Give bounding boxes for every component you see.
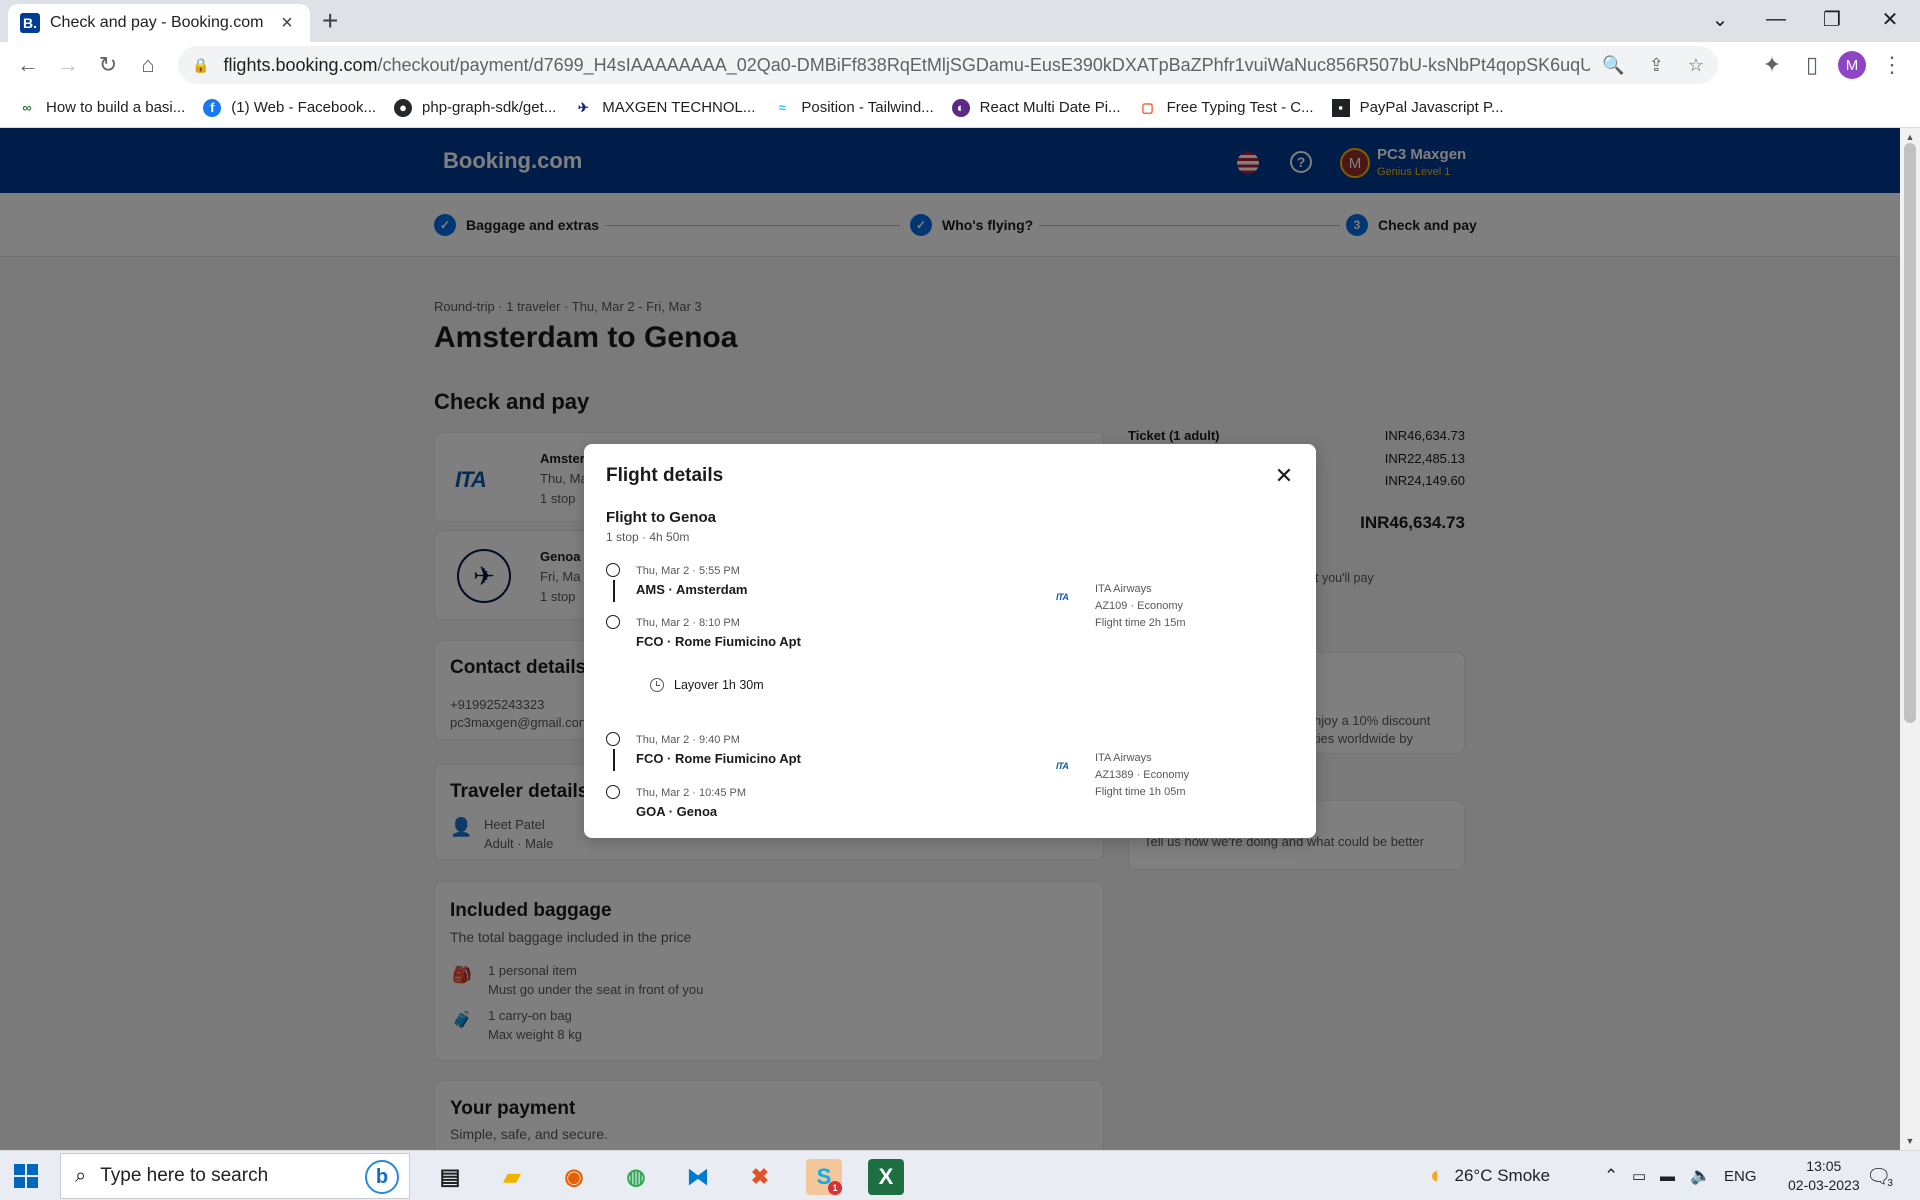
bookmark-item[interactable]: ≈ Position - Tailwind...	[773, 99, 934, 117]
bookmark-item[interactable]: ▢ Free Typing Test - C...	[1139, 99, 1313, 117]
scroll-down-icon[interactable]: ▼	[1904, 1136, 1916, 1146]
taskbar-search[interactable]: ⌕ Type here to search b	[60, 1153, 410, 1199]
volume-icon[interactable]: 🔈	[1690, 1151, 1711, 1200]
flight-details-modal: Flight details ✕ Flight to Genoa 1 stop …	[584, 444, 1316, 838]
network-icon[interactable]: ▭	[1632, 1151, 1646, 1200]
departure-dot-icon	[606, 563, 620, 577]
side-panel-icon[interactable]: ▯	[1796, 50, 1828, 80]
arrival-time: Thu, Mar 2 · 8:10 PM	[636, 617, 740, 629]
tab-close-icon[interactable]: ×	[276, 12, 298, 35]
tab-title: Check and pay - Booking.com	[50, 14, 264, 31]
bookmark-item[interactable]: ● php-graph-sdk/get...	[394, 98, 556, 117]
github-icon: ●	[394, 98, 413, 117]
layover-info: Layover 1h 30m	[650, 678, 764, 692]
profile-avatar[interactable]: M	[1838, 51, 1866, 79]
ita-airways-logo: ITA	[1056, 761, 1069, 771]
skype-icon[interactable]: S1	[806, 1159, 842, 1195]
ita-airways-logo: ITA	[1056, 592, 1069, 602]
segment-airline-info: ITA Airways AZ1389 · Economy Flight time…	[1095, 752, 1190, 798]
bing-icon[interactable]: b	[365, 1160, 399, 1194]
tab-search-icon[interactable]: ⌄	[1692, 0, 1748, 38]
tailwind-icon: ≈	[778, 100, 786, 115]
weather-icon: ◐	[1430, 1162, 1445, 1189]
task-view-icon[interactable]: ▤	[432, 1159, 468, 1195]
zoom-icon[interactable]: 🔍	[1602, 55, 1624, 76]
flight-direction: Flight to Genoa	[606, 509, 716, 526]
lock-icon[interactable]: 🔒	[192, 57, 209, 74]
modal-title: Flight details	[606, 465, 724, 486]
arrival-airport: FCO · Rome Fiumicino Apt	[636, 634, 801, 649]
departure-time: Thu, Mar 2 · 9:40 PM	[636, 734, 740, 746]
segment-airline-info: ITA Airways AZ109 · Economy Flight time …	[1095, 583, 1186, 629]
browser-tab-strip: B. Check and pay - Booking.com × + ⌄ — ❐…	[0, 0, 1920, 42]
departure-airport: AMS · Amsterdam	[636, 582, 748, 597]
typing-icon: ▢	[1141, 99, 1154, 115]
browser-toolbar: ← → ↻ ⌂ 🔒 flights.booking.com/checkout/p…	[0, 42, 1920, 88]
bookmark-item[interactable]: ◐ React Multi Date Pi...	[951, 98, 1121, 117]
display-icon[interactable]: ▬	[1660, 1151, 1675, 1200]
react-date-icon: ◐	[951, 98, 970, 117]
language-indicator[interactable]: ENG	[1724, 1151, 1757, 1200]
flight-summary: 1 stop · 4h 50m	[606, 530, 690, 544]
browser-tab[interactable]: B. Check and pay - Booking.com ×	[8, 4, 310, 42]
search-placeholder: Type here to search	[100, 1165, 269, 1186]
address-bar[interactable]: 🔒 flights.booking.com/checkout/payment/d…	[178, 46, 1718, 84]
url-text: flights.booking.com/checkout/payment/d76…	[223, 54, 1591, 75]
chrome-icon[interactable]: ◍	[618, 1159, 654, 1195]
departure-time: Thu, Mar 2 · 5:55 PM	[636, 565, 740, 577]
firefox-icon[interactable]: ◉	[556, 1159, 592, 1195]
vscode-icon[interactable]: ⧓	[680, 1159, 716, 1195]
maxgen-icon: ✈	[577, 99, 589, 115]
file-explorer-icon[interactable]: ▰	[494, 1159, 530, 1195]
arrival-dot-icon	[606, 785, 620, 799]
notification-count: 3	[1887, 1177, 1893, 1189]
minimize-icon[interactable]: —	[1748, 0, 1804, 38]
skype-badge: 1	[828, 1181, 842, 1195]
bookmark-item[interactable]: ▪ PayPal Javascript P...	[1331, 98, 1504, 117]
restore-icon[interactable]: ❐	[1804, 0, 1860, 38]
windows-start-icon[interactable]	[14, 1164, 38, 1188]
search-icon: ⌕	[75, 1164, 87, 1187]
bookmark-item[interactable]: ✈ MAXGEN TECHNOL...	[574, 99, 756, 117]
reload-icon[interactable]: ↻	[92, 50, 124, 80]
bookmark-star-icon[interactable]: ☆	[1688, 55, 1704, 76]
clock-icon	[650, 678, 664, 692]
clock[interactable]: 13:05 02-03-2023	[1788, 1151, 1860, 1200]
bookmark-item[interactable]: f (1) Web - Facebook...	[203, 98, 376, 117]
scroll-up-icon[interactable]: ▲	[1904, 132, 1916, 142]
paypal-icon: ▪	[1331, 98, 1350, 117]
window-close-icon[interactable]: ✕	[1862, 0, 1918, 38]
chrome-menu-icon[interactable]: ⋮	[1876, 50, 1908, 80]
extensions-icon[interactable]: ✦	[1756, 50, 1788, 80]
excel-icon[interactable]: X	[868, 1159, 904, 1195]
clock-date: 02-03-2023	[1788, 1177, 1860, 1193]
bookmarks-bar: ∞ How to build a basi... f (1) Web - Faceb…	[0, 88, 1920, 128]
segment-line	[613, 580, 615, 602]
booking-favicon-icon: B.	[20, 13, 40, 33]
page-scrollbar[interactable]: ▲ ▼	[1900, 128, 1920, 1150]
arrival-time: Thu, Mar 2 · 10:45 PM	[636, 787, 747, 799]
facebook-icon: f	[203, 98, 222, 117]
new-tab-icon[interactable]: +	[322, 6, 338, 36]
tray-overflow-icon[interactable]: ⌃	[1604, 1151, 1618, 1200]
clock-time: 13:05	[1806, 1158, 1842, 1174]
booking-page: Booking.com ? M PC3 Maxgen Genius Level …	[0, 128, 1900, 1150]
gg-icon: ∞	[22, 100, 32, 115]
xampp-icon[interactable]: ✖	[742, 1159, 778, 1195]
share-icon[interactable]: ⇪	[1649, 55, 1664, 76]
notifications-icon[interactable]: 🗨 3	[1866, 1151, 1893, 1200]
scroll-thumb[interactable]	[1904, 143, 1916, 723]
back-icon[interactable]: ←	[12, 50, 44, 80]
weather-widget[interactable]: ◐ 26°C Smoke	[1430, 1151, 1550, 1200]
bookmark-item[interactable]: ∞ How to build a basi...	[18, 99, 185, 117]
arrival-airport: GOA · Genoa	[636, 804, 718, 819]
departure-airport: FCO · Rome Fiumicino Apt	[636, 751, 801, 766]
segment-line	[613, 749, 615, 771]
close-icon[interactable]: ✕	[1268, 460, 1300, 492]
departure-dot-icon	[606, 732, 620, 746]
home-icon[interactable]: ⌂	[132, 50, 164, 80]
forward-icon[interactable]: →	[52, 50, 84, 80]
arrival-dot-icon	[606, 615, 620, 629]
windows-taskbar: ⌕ Type here to search b ▤ ▰ ◉ ◍ ⧓ ✖ S1 X…	[0, 1150, 1920, 1200]
